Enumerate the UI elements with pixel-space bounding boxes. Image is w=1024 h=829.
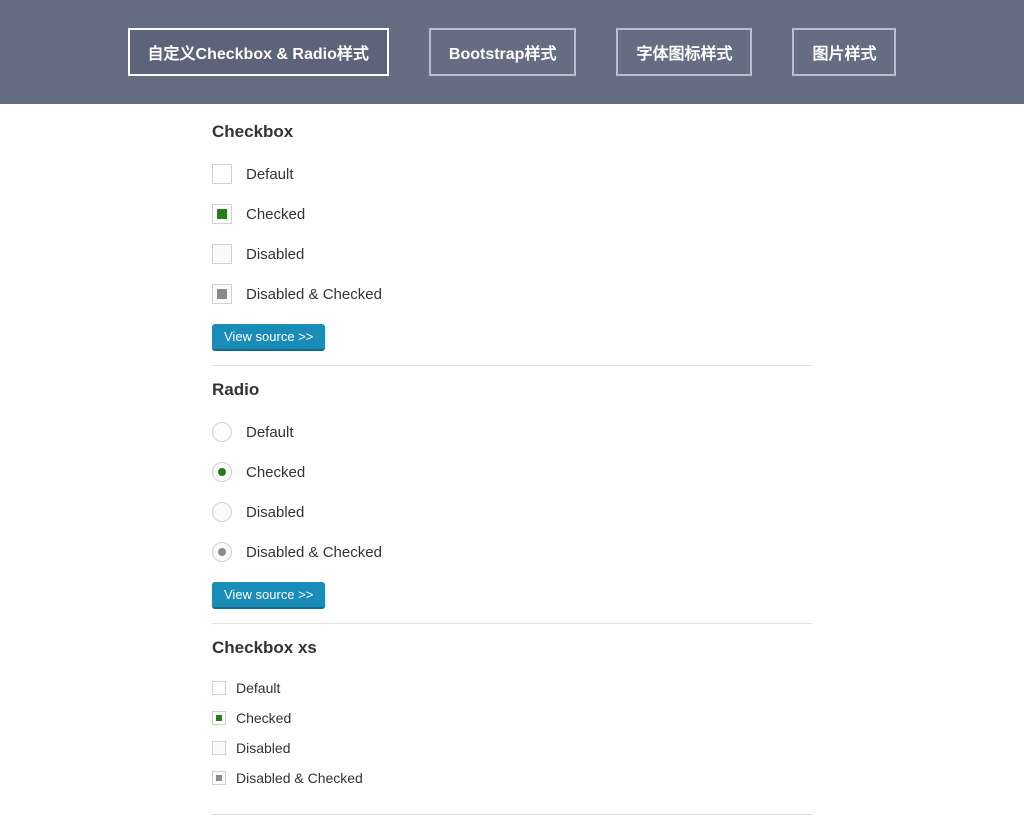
checkbox-xs-disabled-checked-row: Disabled & Checked [212, 770, 812, 786]
checkbox-xs-default-row[interactable]: Default [212, 680, 812, 696]
radio-default-row[interactable]: Default [212, 422, 812, 442]
radio-view-source-button[interactable]: View source >> [212, 582, 325, 609]
checkbox-default-row[interactable]: Default [212, 164, 812, 184]
checkbox-checked-label: Checked [246, 206, 305, 223]
checkbox-xs-section: Checkbox xs Default Checked Disabled Dis… [212, 638, 812, 815]
checkbox-checked-row[interactable]: Checked [212, 204, 812, 224]
checkbox-disabled [212, 244, 232, 264]
checkbox-disabled-checked-row: Disabled & Checked [212, 284, 812, 304]
header-nav: 自定义Checkbox & Radio样式 Bootstrap样式 字体图标样式… [0, 0, 1024, 104]
radio-disabled [212, 502, 232, 522]
checkbox-default[interactable] [212, 164, 232, 184]
checkbox-default-label: Default [246, 166, 294, 183]
radio-disabled-checked [212, 542, 232, 562]
nav-custom-style[interactable]: 自定义Checkbox & Radio样式 [128, 28, 389, 76]
radio-disabled-label: Disabled [246, 504, 304, 521]
checkbox-xs-disabled [212, 741, 226, 755]
checkbox-section: Checkbox Default Checked Disabled Disabl… [212, 122, 812, 366]
radio-disabled-checked-label: Disabled & Checked [246, 544, 382, 561]
radio-section-title: Radio [212, 380, 812, 400]
checkbox-xs-checked[interactable] [212, 711, 226, 725]
checkbox-xs-disabled-checked-label: Disabled & Checked [236, 770, 363, 786]
checkbox-xs-default-label: Default [236, 680, 280, 696]
checkbox-xs-checked-row[interactable]: Checked [212, 710, 812, 726]
nav-image-style[interactable]: 图片样式 [792, 28, 896, 76]
radio-default[interactable] [212, 422, 232, 442]
checkbox-view-source-button[interactable]: View source >> [212, 324, 325, 351]
checkbox-disabled-checked-label: Disabled & Checked [246, 286, 382, 303]
checkbox-xs-disabled-label: Disabled [236, 740, 290, 756]
radio-disabled-checked-row: Disabled & Checked [212, 542, 812, 562]
radio-checked[interactable] [212, 462, 232, 482]
checkbox-disabled-checked [212, 284, 232, 304]
main-content: Checkbox Default Checked Disabled Disabl… [212, 104, 812, 815]
checkbox-xs-section-title: Checkbox xs [212, 638, 812, 658]
checkbox-checked[interactable] [212, 204, 232, 224]
radio-checked-label: Checked [246, 464, 305, 481]
checkbox-disabled-label: Disabled [246, 246, 304, 263]
checkbox-section-title: Checkbox [212, 122, 812, 142]
checkbox-xs-default[interactable] [212, 681, 226, 695]
checkbox-xs-disabled-checked [212, 771, 226, 785]
radio-checked-row[interactable]: Checked [212, 462, 812, 482]
checkbox-xs-checked-label: Checked [236, 710, 291, 726]
radio-disabled-row: Disabled [212, 502, 812, 522]
nav-bootstrap-style[interactable]: Bootstrap样式 [429, 28, 577, 76]
radio-section: Radio Default Checked Disabled Disabled … [212, 380, 812, 624]
checkbox-xs-disabled-row: Disabled [212, 740, 812, 756]
radio-default-label: Default [246, 424, 294, 441]
nav-font-icon-style[interactable]: 字体图标样式 [616, 28, 752, 76]
checkbox-disabled-row: Disabled [212, 244, 812, 264]
